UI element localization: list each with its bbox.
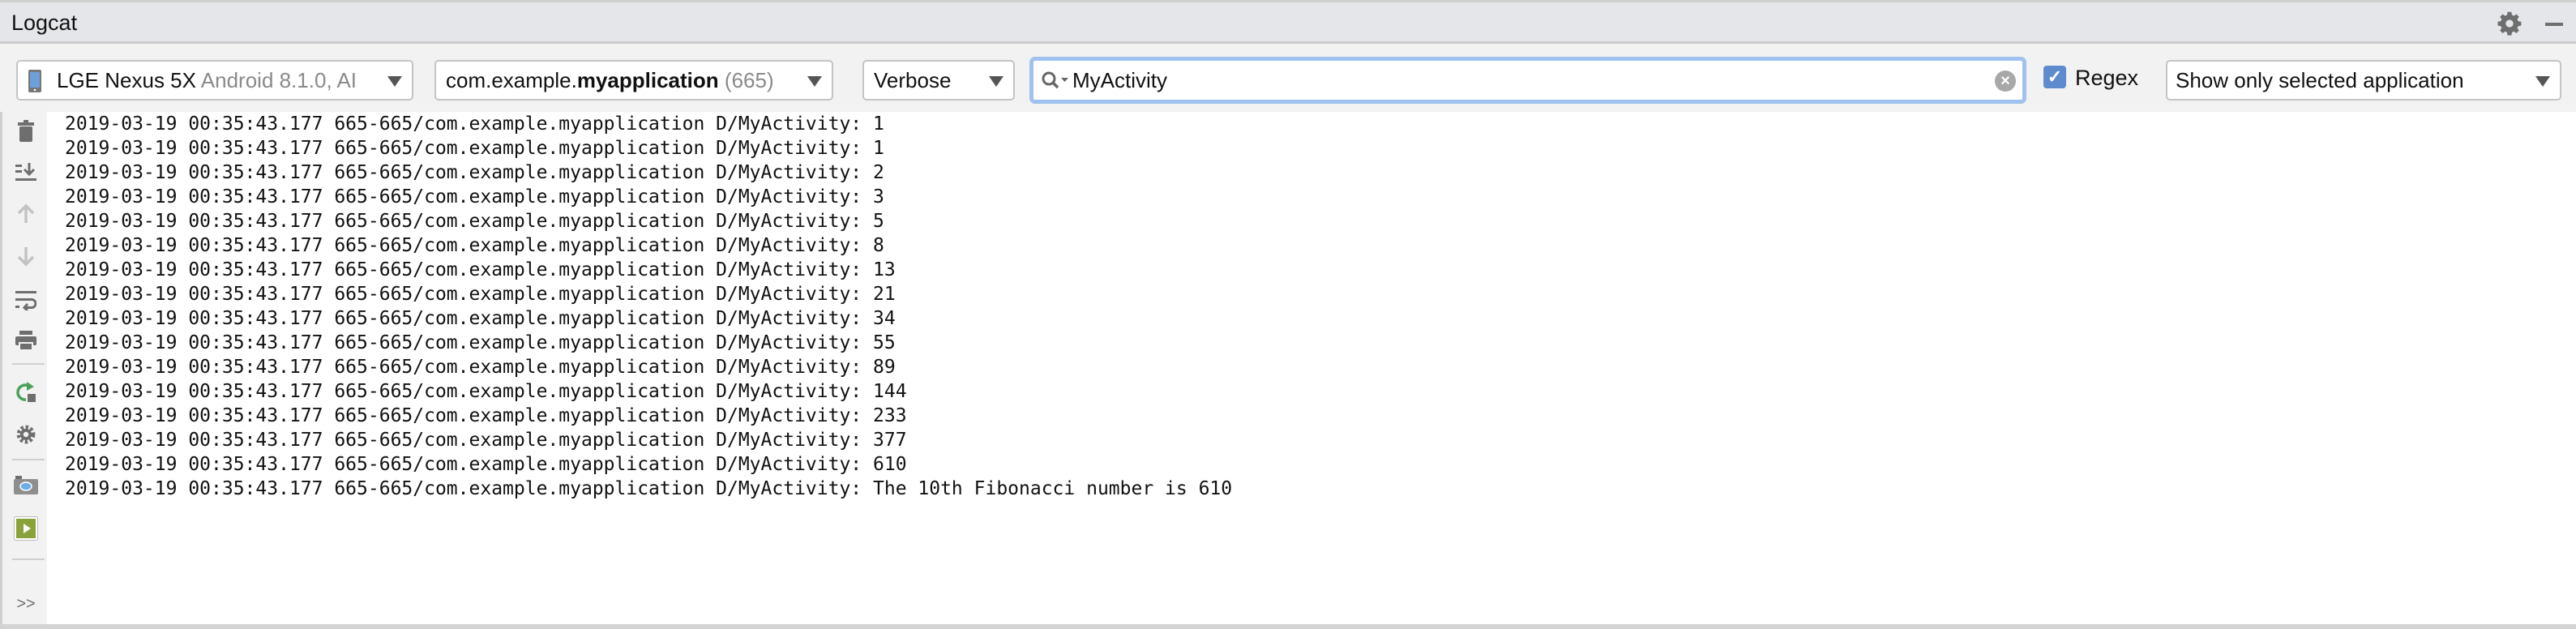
divider [12,558,45,560]
log-line: 2019-03-19 00:35:43.177 665-665/com.exam… [65,162,884,183]
chevron-down-icon [989,76,1003,87]
log-line: 2019-03-19 00:35:43.177 665-665/com.exam… [65,430,907,451]
divider [12,459,45,460]
log-line: 2019-03-19 00:35:43.177 665-665/com.exam… [65,186,884,208]
tool-window-header: Logcat [0,0,2576,44]
screen-capture-button[interactable] [14,473,38,498]
down-arrow-icon [17,247,35,267]
filter-value: Show only selected application [2176,68,2464,92]
log-line: 2019-03-19 00:35:43.177 665-665/com.exam… [65,284,896,305]
chevron-down-icon [387,76,402,87]
log-level-dropdown[interactable]: Verbose [862,60,1015,101]
screenshot-camera-icon [14,476,38,494]
chevron-down-icon [2535,76,2550,87]
log-line: 2019-03-19 00:35:43.177 665-665/com.exam… [65,478,1233,499]
log-line: 2019-03-19 00:35:43.177 665-665/com.exam… [65,235,884,256]
soft-wrap-button[interactable] [14,288,38,312]
settings-gear-icon [16,425,36,444]
log-line: 2019-03-19 00:35:43.177 665-665/com.exam… [65,138,884,159]
log-line: 2019-03-19 00:35:43.177 665-665/com.exam… [65,405,907,426]
log-line: 2019-03-19 00:35:43.177 665-665/com.exam… [65,454,907,475]
filter-dropdown[interactable]: Show only selected application [2166,60,2561,101]
chevron-down-icon [807,76,822,87]
trash-icon [18,120,34,142]
scroll-to-end-icon [15,163,36,181]
more-icon[interactable]: >> [14,592,38,616]
clear-logcat-button[interactable] [14,119,38,143]
print-button[interactable] [14,328,38,353]
scroll-to-end-button[interactable] [14,160,38,184]
log-line: 2019-03-19 00:35:43.177 665-665/com.exam… [65,381,907,402]
log-line: 2019-03-19 00:35:43.177 665-665/com.exam… [65,113,884,135]
restart-button[interactable] [14,380,38,404]
screen-record-button[interactable] [14,516,38,541]
search-field[interactable]: × [1029,57,2026,104]
up-button[interactable] [14,202,38,226]
process-pid: (665) [724,68,774,92]
log-line: 2019-03-19 00:35:43.177 665-665/com.exam… [65,211,884,232]
divider [12,363,45,365]
search-icon[interactable] [1040,69,1072,93]
log-line: 2019-03-19 00:35:43.177 665-665/com.exam… [65,259,896,280]
up-arrow-icon [17,203,35,223]
soft-wrap-icon [15,291,36,310]
minimize-icon[interactable] [2545,23,2563,26]
down-button[interactable] [14,244,38,268]
bottom-border [0,624,2576,629]
process-name: myapplication [576,68,719,92]
process-prefix: com.example. [446,68,577,92]
restart-icon [16,382,36,402]
phone-icon [28,70,41,92]
process-dropdown[interactable]: com.example.myapplication (665) [434,60,833,101]
search-input[interactable] [1072,64,1964,96]
log-output[interactable]: 2019-03-19 00:35:43.177 665-665/com.exam… [47,112,2576,624]
device-detail: Android 8.1.0, AI [200,68,357,92]
logcat-toolbar: LGE Nexus 5X Android 8.1.0, AI com.examp… [0,44,2576,112]
log-level-value: Verbose [874,68,952,92]
device-name: LGE Nexus 5X [57,68,196,92]
logcat-side-toolbar: >> [0,112,47,629]
regex-checkbox[interactable]: ✓ [2043,66,2066,88]
log-line: 2019-03-19 00:35:43.177 665-665/com.exam… [65,308,896,329]
logcat-settings-button[interactable] [14,422,38,447]
regex-label[interactable]: Regex [2075,66,2138,91]
device-dropdown[interactable]: LGE Nexus 5X Android 8.1.0, AI [16,60,413,101]
print-icon [15,331,36,350]
log-line: 2019-03-19 00:35:43.177 665-665/com.exam… [65,332,896,353]
clear-search-icon[interactable]: × [1995,71,2016,92]
screen-record-icon [14,516,38,541]
tool-window-title: Logcat [11,11,78,35]
log-line: 2019-03-19 00:35:43.177 665-665/com.exam… [65,357,896,378]
gear-icon[interactable] [2497,11,2523,36]
